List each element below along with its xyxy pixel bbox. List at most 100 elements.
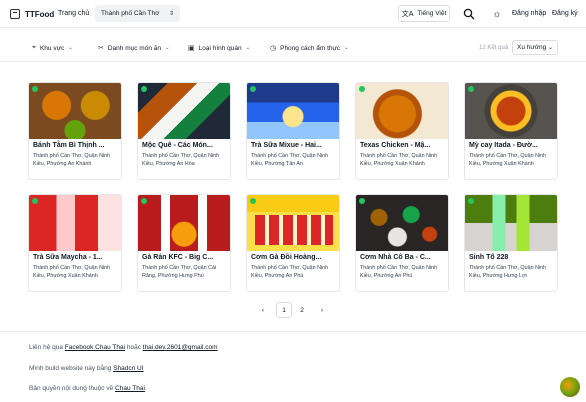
- restaurant-card[interactable]: Mộc Quê - Các Món... Thành phố Cần Thơ, …: [137, 82, 231, 180]
- chevron-updown-icon: ⇕: [168, 11, 174, 17]
- open-status-dot: [141, 198, 147, 204]
- sort-select[interactable]: Xu hướng ⌄: [512, 40, 558, 55]
- author-link[interactable]: Chau Thai: [115, 385, 145, 392]
- restaurant-card[interactable]: Cơm Gà Đồi Hoàng... Thành phố Cần Thơ, Q…: [246, 194, 340, 292]
- card-address: Thành phố Cần Thơ, Quận Ninh Kiều, Phườn…: [33, 265, 111, 279]
- venue-type-filter-label: Loại hình quán: [198, 44, 242, 52]
- card-address: Thành phố Cần Thơ, Quận Ninh Kiều, Phườn…: [360, 265, 438, 279]
- clock-icon: ◷: [270, 45, 277, 52]
- card-address: Thành phố Cần Thơ, Quận Ninh Kiều, Phườn…: [360, 153, 438, 167]
- card-title: Sinh Tố 228: [469, 254, 509, 261]
- card-title: Mộc Quê - Các Món...: [142, 142, 213, 149]
- restaurant-card[interactable]: Gà Rán KFC - Big C... Thành phố Cần Thơ,…: [137, 194, 231, 292]
- contact-line: Liên hệ qua Facebook Chau Thai hoặc thai…: [29, 344, 218, 351]
- home-link[interactable]: Trang chủ: [58, 10, 89, 17]
- food-photo: [247, 83, 339, 139]
- result-count: 12 Kết quả: [479, 45, 509, 51]
- card-address: Thành phố Cần Thơ, Quận Cái Răng, Phường…: [142, 265, 217, 279]
- prev-page-button[interactable]: ‹: [255, 302, 271, 318]
- store-icon: ▣: [188, 45, 195, 52]
- contact-prefix: Liên hệ qua: [29, 344, 63, 351]
- restaurant-card[interactable]: Trà Sữa Maycha - 1... Thành phố Cần Thơ,…: [28, 194, 122, 292]
- store-icon: [10, 9, 20, 19]
- card-title: Cơm Nhà Cô Ba - C...: [360, 254, 431, 261]
- card-address: Thành phố Cần Thơ, Quận Ninh Kiều, Phườn…: [251, 265, 329, 279]
- translate-icon: 文A: [401, 10, 414, 18]
- restaurant-card[interactable]: Mỳ cay Itada - Đườ... Thành phố Cần Thơ,…: [464, 82, 558, 180]
- language-button[interactable]: 文A Tiếng Việt: [398, 5, 450, 22]
- utensils-icon: ✂: [98, 45, 104, 52]
- card-title: Trà Sữa Mixue - Hai...: [251, 142, 322, 149]
- card-address: Thành phố Cần Thơ, Quận Ninh Kiều, Phườn…: [469, 265, 547, 279]
- register-link[interactable]: Đăng ký: [552, 10, 578, 17]
- card-title: Trà Sữa Maycha - 1...: [33, 254, 103, 261]
- restaurant-card[interactable]: Texas Chicken - Mậ... Thành phố Cần Thơ,…: [355, 82, 449, 180]
- food-photo: [29, 83, 121, 139]
- food-photo: [465, 195, 557, 251]
- menu-strip: [255, 215, 333, 245]
- shadcn-link[interactable]: Shadcn UI: [113, 365, 143, 372]
- facebook-link[interactable]: Facebook Chau Thai: [65, 344, 125, 351]
- food-photo: [356, 195, 448, 251]
- venue-type-filter[interactable]: ▣ Loại hình quán ⌄: [188, 44, 251, 53]
- open-status-dot: [32, 86, 38, 92]
- copyright-line: Bản quyền nội dung thuộc về Chau Thai: [29, 385, 145, 392]
- login-link[interactable]: Đăng nhập: [512, 10, 546, 17]
- email-link[interactable]: thai.dev.2601@gmail.com: [143, 344, 218, 351]
- search-icon: [463, 8, 475, 20]
- food-photo: [138, 83, 230, 139]
- page-number: 1: [282, 306, 286, 314]
- filter-bar: ⌖ Khu vực ⌄ ✂ Danh mục món ăn ⌄ ▣ Loại h…: [0, 36, 586, 62]
- open-status-dot: [468, 86, 474, 92]
- contact-mid: hoặc: [126, 344, 141, 351]
- build-prefix: Mình build website này bằng: [29, 365, 112, 372]
- sun-icon: ☼: [492, 8, 502, 20]
- restaurant-card[interactable]: Bánh Tằm Bì Thịnh ... Thành phố Cần Thơ,…: [28, 82, 122, 180]
- category-filter[interactable]: ✂ Danh mục món ăn ⌄: [98, 44, 170, 53]
- city-select[interactable]: Thành phố Cần Thơ ⇕: [95, 5, 180, 22]
- card-address: Thành phố Cần Thơ, Quận Ninh Kiều, Phườn…: [251, 153, 329, 167]
- chevron-down-icon: ⌄: [547, 45, 553, 51]
- open-status-dot: [359, 86, 365, 92]
- chevron-down-icon: ⌄: [245, 45, 251, 51]
- area-filter-label: Khu vực: [39, 44, 65, 52]
- page-1-button[interactable]: 1: [276, 302, 292, 318]
- next-page-button[interactable]: ›: [314, 302, 330, 318]
- floating-avatar[interactable]: [560, 377, 580, 397]
- food-photo: [29, 195, 121, 251]
- food-photo: [465, 83, 557, 139]
- card-address: Thành phố Cần Thơ, Quận Ninh Kiều, Phườn…: [142, 153, 220, 167]
- food-photo: [138, 195, 230, 251]
- open-status-dot: [32, 198, 38, 204]
- theme-toggle-button[interactable]: ☼: [491, 8, 503, 20]
- category-filter-label: Danh mục món ăn: [107, 44, 161, 52]
- area-filter[interactable]: ⌖ Khu vực ⌄: [32, 44, 73, 52]
- card-address: Thành phố Cần Thơ, Quận Ninh Kiều, Phườn…: [469, 153, 547, 167]
- card-title: Bánh Tằm Bì Thịnh ...: [33, 142, 105, 149]
- restaurant-card[interactable]: Cơm Nhà Cô Ba - C... Thành phố Cần Thơ, …: [355, 194, 449, 292]
- city-select-value: Thành phố Cần Thơ: [101, 10, 160, 17]
- card-title: Gà Rán KFC - Big C...: [142, 254, 214, 261]
- cuisine-style-filter[interactable]: ◷ Phong cách ẩm thực ⌄: [270, 44, 349, 53]
- open-status-dot: [250, 86, 256, 92]
- page-2-button[interactable]: 2: [294, 302, 310, 318]
- restaurant-card[interactable]: Sinh Tố 228 Thành phố Cần Thơ, Quận Ninh…: [464, 194, 558, 292]
- open-status-dot: [359, 198, 365, 204]
- card-title: Mỳ cay Itada - Đườ...: [469, 142, 538, 149]
- copyright-prefix: Bản quyền nội dung thuộc về: [29, 385, 114, 392]
- language-label: Tiếng Việt: [417, 10, 447, 17]
- open-status-dot: [250, 198, 256, 204]
- chevron-left-icon: ‹: [261, 306, 265, 314]
- restaurant-card[interactable]: Trà Sữa Mixue - Hai... Thành phố Cần Thơ…: [246, 82, 340, 180]
- card-title: Texas Chicken - Mậ...: [360, 142, 431, 149]
- logo[interactable]: TTFood: [10, 9, 54, 19]
- sort-select-value: Xu hướng: [517, 44, 547, 51]
- chevron-right-icon: ›: [320, 306, 324, 314]
- open-status-dot: [468, 198, 474, 204]
- chevron-down-icon: ⌄: [344, 45, 349, 51]
- search-button[interactable]: [463, 8, 475, 20]
- chevron-down-icon: ⌄: [68, 45, 73, 51]
- open-status-dot: [141, 86, 147, 92]
- food-photo: [356, 83, 448, 139]
- card-address: Thành phố Cần Thơ, Quận Ninh Kiều, Phườn…: [33, 153, 111, 167]
